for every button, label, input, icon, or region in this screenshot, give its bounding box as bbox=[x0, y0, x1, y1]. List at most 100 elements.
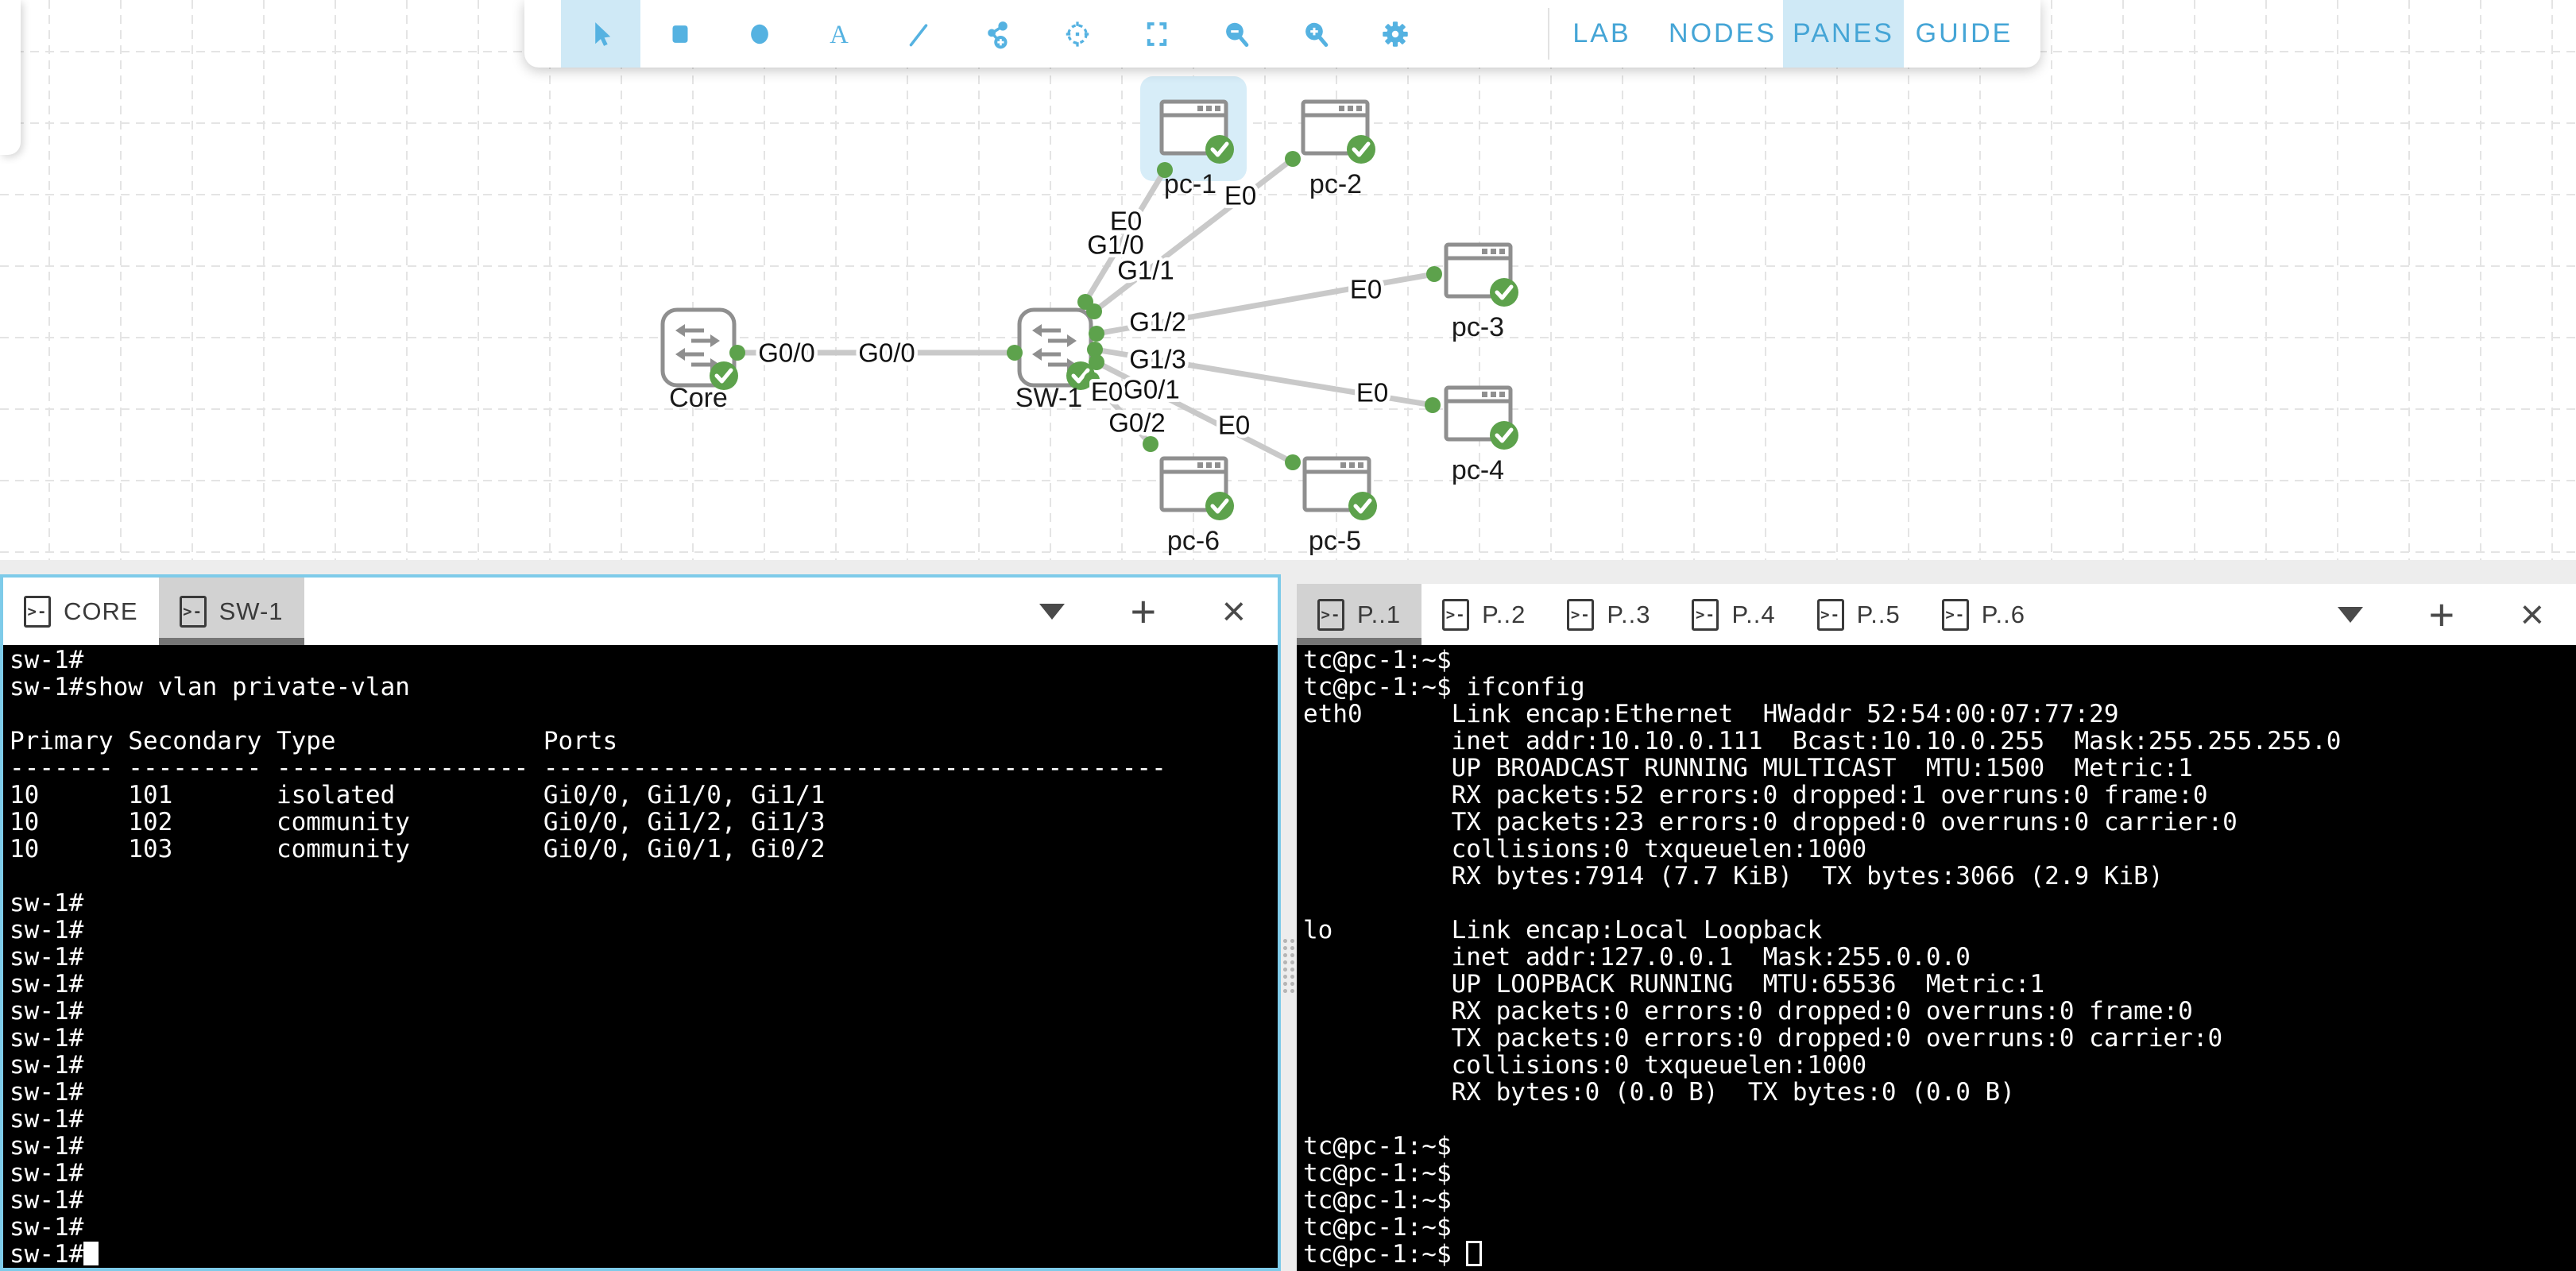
zoom-in-tool-button[interactable] bbox=[1276, 0, 1356, 68]
ellipse-icon bbox=[746, 19, 773, 49]
rectangle-icon bbox=[667, 19, 694, 49]
link-endpoint-dot bbox=[1157, 162, 1173, 178]
chevron-down-icon bbox=[2338, 607, 2363, 623]
add-node-tool-button[interactable] bbox=[958, 0, 1038, 68]
tab-lab[interactable]: LAB bbox=[1541, 0, 1662, 68]
add-tab-button[interactable]: + bbox=[1130, 589, 1156, 634]
node-label: SW-1 bbox=[1015, 383, 1082, 413]
app-window: Core SW-1 pc-1 pc-2 pc-3 pc-4 pc-5 pc-6 G0/0 G0/0… bbox=[0, 0, 2576, 1271]
interface-label: G1/2 bbox=[1129, 307, 1186, 337]
node-pc-3[interactable]: pc-3 bbox=[1446, 245, 1518, 342]
rectangle-tool-button[interactable] bbox=[640, 0, 720, 68]
node-sw-1[interactable]: SW-1 bbox=[1015, 310, 1095, 413]
line-tool-button[interactable] bbox=[879, 0, 958, 68]
node-label: pc-5 bbox=[1309, 526, 1361, 556]
terminal-tab-core[interactable]: >- CORE bbox=[3, 578, 159, 645]
terminal-icon: >- bbox=[24, 596, 51, 628]
terminal-tab-sw1[interactable]: >- SW-1 bbox=[159, 578, 304, 645]
node-pc-6[interactable]: pc-6 bbox=[1162, 458, 1234, 556]
node-pc-4[interactable]: pc-4 bbox=[1446, 388, 1518, 485]
gear-icon bbox=[1382, 19, 1409, 49]
terminal-tab-pc1[interactable]: >- P..1 bbox=[1297, 584, 1421, 645]
text-icon: A bbox=[826, 19, 853, 49]
terminal-tab-pc3[interactable]: >- P..3 bbox=[1546, 584, 1671, 645]
interface-label: G0/0 bbox=[858, 338, 915, 368]
link-endpoint-dot bbox=[1426, 266, 1442, 282]
node-label: pc-6 bbox=[1167, 526, 1220, 556]
collapse-pane-button[interactable] bbox=[1039, 604, 1065, 620]
link-endpoint-dot bbox=[1285, 151, 1301, 167]
node-core[interactable]: Core bbox=[663, 310, 738, 413]
left-pane-tabbar: >- CORE >- SW-1 + × bbox=[3, 578, 1278, 645]
close-pane-button[interactable]: × bbox=[2520, 594, 2544, 636]
zoom-out-icon bbox=[1223, 19, 1250, 49]
node-pc-5[interactable]: pc-5 bbox=[1305, 458, 1377, 556]
close-pane-button[interactable]: × bbox=[1222, 591, 1246, 632]
terminal-icon: >- bbox=[1442, 599, 1469, 631]
svg-text:A: A bbox=[830, 20, 849, 48]
terminal-tab-label: P..3 bbox=[1607, 601, 1650, 629]
select-tool-button[interactable] bbox=[561, 0, 640, 68]
topology-diagram[interactable]: Core SW-1 pc-1 pc-2 pc-3 pc-4 pc-5 pc-6 G0/0 G0/0… bbox=[0, 0, 2576, 560]
terminal-tab-pc2[interactable]: >- P..2 bbox=[1421, 584, 1546, 645]
add-node-icon bbox=[984, 19, 1011, 49]
topology-canvas[interactable]: Core SW-1 pc-1 pc-2 pc-3 pc-4 pc-5 pc-6 G0/0 G0/0… bbox=[0, 0, 2576, 560]
chevron-down-icon bbox=[1039, 604, 1065, 620]
terminal-tab-label: CORE bbox=[64, 597, 138, 626]
right-pane-controls: + × bbox=[2338, 584, 2544, 645]
link-endpoint-dot bbox=[729, 345, 745, 361]
toolbar: A bbox=[524, 0, 2040, 68]
status-check-icon bbox=[1205, 135, 1234, 164]
interface-label: G0/1 bbox=[1123, 375, 1180, 404]
node-pc-1[interactable]: pc-1 bbox=[1162, 102, 1234, 199]
node-label: pc-2 bbox=[1309, 169, 1362, 199]
tab-nodes[interactable]: NODES bbox=[1662, 0, 1783, 68]
link-endpoint-dot bbox=[1285, 454, 1301, 470]
terminal-tab-label: SW-1 bbox=[219, 597, 284, 626]
collapse-pane-button[interactable] bbox=[2338, 607, 2363, 623]
link-endpoint-dot bbox=[1143, 436, 1158, 452]
settings-tool-button[interactable] bbox=[1356, 0, 1435, 68]
crosshair-icon bbox=[1064, 19, 1091, 49]
link-endpoint-dot bbox=[1007, 345, 1023, 361]
terminal-tab-pc6[interactable]: >- P..6 bbox=[1921, 584, 2046, 645]
interface-label: G0/0 bbox=[758, 338, 815, 368]
status-check-icon bbox=[1490, 421, 1518, 450]
status-check-icon bbox=[1490, 278, 1518, 307]
text-tool-button[interactable]: A bbox=[799, 0, 879, 68]
node-label: Core bbox=[669, 383, 728, 413]
tab-guide[interactable]: GUIDE bbox=[1904, 0, 2025, 68]
node-label: pc-4 bbox=[1452, 455, 1504, 485]
ellipse-tool-button[interactable] bbox=[720, 0, 799, 68]
terminal-cursor bbox=[83, 1242, 99, 1265]
fit-screen-icon bbox=[1143, 19, 1170, 49]
status-check-icon bbox=[1347, 135, 1375, 164]
terminal-icon: >- bbox=[1942, 599, 1969, 631]
terminal-tab-pc5[interactable]: >- P..5 bbox=[1797, 584, 1921, 645]
terminal-tab-label: P..6 bbox=[1982, 601, 2025, 629]
terminal-cursor bbox=[1466, 1241, 1482, 1266]
node-pc-2[interactable]: pc-2 bbox=[1303, 102, 1375, 199]
terminal-area: >- CORE >- SW-1 + × sw-1# sw-1#show vlan… bbox=[0, 560, 2576, 1271]
zoom-out-tool-button[interactable] bbox=[1197, 0, 1276, 68]
interface-label: E0 bbox=[1224, 181, 1256, 211]
terminal-pane-right: >- P..1 >- P..2 >- P..3 >- P..4 >- P.. bbox=[1297, 584, 2576, 1271]
interface-label: G0/2 bbox=[1108, 408, 1166, 438]
collapsed-sidebar-edge[interactable] bbox=[0, 0, 21, 155]
terminal-output-pc1[interactable]: tc@pc-1:~$ tc@pc-1:~$ ifconfig eth0 Link… bbox=[1297, 645, 2576, 1271]
add-tab-button[interactable]: + bbox=[2428, 593, 2454, 637]
left-pane-controls: + × bbox=[1039, 578, 1246, 645]
crosshair-tool-button[interactable] bbox=[1038, 0, 1117, 68]
terminal-output-sw1[interactable]: sw-1# sw-1#show vlan private-vlan Primar… bbox=[3, 645, 1278, 1268]
tab-panes[interactable]: PANES bbox=[1783, 0, 1904, 68]
interface-label: E0 bbox=[1091, 377, 1123, 407]
fit-screen-tool-button[interactable] bbox=[1117, 0, 1197, 68]
interface-label: G1/3 bbox=[1129, 345, 1186, 374]
drawing-tools: A bbox=[561, 0, 1435, 68]
terminal-tab-pc4[interactable]: >- P..4 bbox=[1671, 584, 1796, 645]
interface-label: E0 bbox=[1350, 275, 1382, 304]
cursor-icon bbox=[587, 19, 614, 49]
interface-label: E0 bbox=[1218, 411, 1250, 440]
terminal-pane-left: >- CORE >- SW-1 + × sw-1# sw-1#show vlan… bbox=[0, 574, 1281, 1271]
vertical-splitter-grip[interactable] bbox=[1282, 937, 1294, 996]
